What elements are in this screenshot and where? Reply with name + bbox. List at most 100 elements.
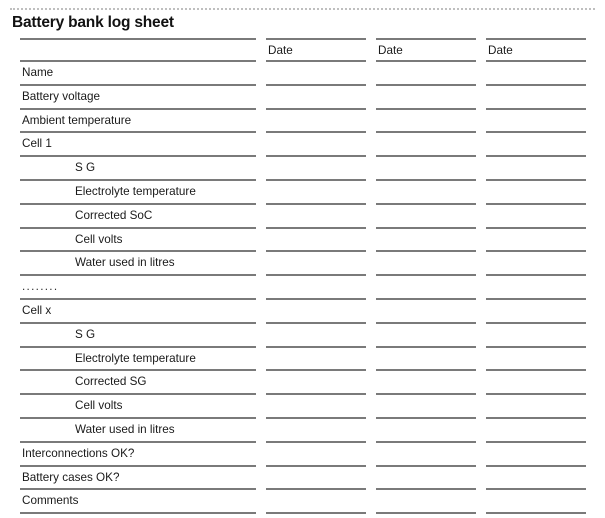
table-row: Comments — [20, 488, 586, 512]
row-label-text: Cell volts — [75, 232, 123, 246]
row-entry-field[interactable] — [266, 369, 366, 393]
row-label-cell: Water used in litres — [20, 250, 256, 274]
header-date-cell-2: Date — [376, 38, 476, 60]
row-label-cell: Name — [20, 60, 256, 84]
row-entry-field[interactable] — [486, 250, 586, 274]
row-entry-field[interactable] — [486, 60, 586, 84]
row-entry-field[interactable] — [376, 321, 476, 346]
header-date-label-3: Date — [488, 44, 513, 57]
row-entry-field[interactable] — [266, 60, 366, 84]
row-entry-field[interactable] — [266, 107, 366, 132]
table-header-row: Date Date Date — [20, 38, 586, 60]
row-entry-field[interactable] — [266, 250, 366, 274]
log-table: Date Date Date Name Battery voltage Ambient t… — [10, 38, 596, 515]
row-entry-field[interactable] — [376, 131, 476, 155]
row-entry-field[interactable] — [376, 250, 476, 274]
row-label-text: Electrolyte temperature — [75, 351, 196, 365]
row-entry-field[interactable] — [376, 297, 476, 322]
row-entry-field[interactable] — [266, 321, 366, 346]
row-label-cell: S G — [20, 155, 256, 179]
row-label-cell: Cell volts — [20, 226, 256, 251]
row-entry-field[interactable] — [266, 345, 366, 370]
row-label-cell: Electrolyte temperature — [20, 345, 256, 370]
row-entry-field[interactable] — [376, 393, 476, 417]
row-entry-field[interactable] — [486, 416, 586, 441]
table-row: Cell volts — [20, 226, 586, 251]
row-entry-field[interactable] — [376, 488, 476, 512]
table-row: Electrolyte temperature — [20, 345, 586, 370]
row-label-text: S G — [75, 161, 96, 175]
row-entry-field[interactable] — [376, 202, 476, 227]
row-entry-field[interactable] — [376, 60, 476, 84]
row-entry-field[interactable] — [486, 83, 586, 108]
row-label-cell: Corrected SG — [20, 369, 256, 393]
row-label-cell: Ambient temperature — [20, 107, 256, 132]
row-label-text: Battery cases OK? — [22, 470, 120, 484]
row-entry-field[interactable] — [266, 155, 366, 179]
row-label-cell: S G — [20, 321, 256, 346]
table-row: Name — [20, 60, 586, 84]
row-entry-field[interactable] — [266, 178, 366, 203]
row-entry-field[interactable] — [266, 131, 366, 155]
row-entry-field[interactable] — [486, 226, 586, 251]
row-entry-field[interactable] — [266, 464, 366, 489]
table-row: Water used in litres — [20, 250, 586, 274]
row-entry-field[interactable] — [266, 440, 366, 465]
row-entry-field[interactable] — [486, 274, 586, 298]
row-entry-field[interactable] — [486, 297, 586, 322]
row-label-text: Comments — [22, 494, 79, 508]
row-label-text: ........ — [22, 280, 59, 294]
row-label-text: Electrolyte temperature — [75, 184, 196, 198]
log-table-body: Date Date Date Name Battery voltage Ambient t… — [20, 38, 586, 515]
row-label-cell: Water used in litres — [20, 416, 256, 441]
row-entry-field[interactable] — [486, 131, 586, 155]
row-entry-field[interactable] — [376, 178, 476, 203]
row-entry-field[interactable] — [486, 155, 586, 179]
row-entry-field[interactable] — [266, 83, 366, 108]
row-entry-field[interactable] — [376, 369, 476, 393]
row-entry-field[interactable] — [486, 464, 586, 489]
row-entry-field[interactable] — [266, 416, 366, 441]
table-row: S G — [20, 321, 586, 346]
row-entry-field[interactable] — [486, 345, 586, 370]
table-row: S G — [20, 155, 586, 179]
table-footer-rule-row — [20, 512, 586, 515]
row-entry-field[interactable] — [376, 155, 476, 179]
row-label-cell: ........ — [20, 274, 256, 298]
row-label-cell: Corrected SoC — [20, 202, 256, 227]
row-entry-field[interactable] — [266, 202, 366, 227]
row-entry-field[interactable] — [376, 440, 476, 465]
row-entry-field[interactable] — [376, 107, 476, 132]
table-row: Battery voltage — [20, 83, 586, 108]
row-entry-field[interactable] — [266, 226, 366, 251]
row-entry-field[interactable] — [486, 202, 586, 227]
row-entry-field[interactable] — [266, 297, 366, 322]
row-label-text: Interconnections OK? — [22, 446, 135, 460]
row-entry-field[interactable] — [486, 178, 586, 203]
row-entry-field[interactable] — [486, 369, 586, 393]
row-entry-field[interactable] — [266, 274, 366, 298]
row-entry-field[interactable] — [486, 107, 586, 132]
row-label-cell: Electrolyte temperature — [20, 178, 256, 203]
footer-rule — [266, 512, 366, 515]
table-row: Electrolyte temperature — [20, 178, 586, 203]
row-entry-field[interactable] — [486, 440, 586, 465]
header-date-label-1: Date — [268, 44, 293, 57]
row-label-cell: Cell volts — [20, 393, 256, 417]
row-entry-field[interactable] — [266, 488, 366, 512]
row-label-text: S G — [75, 327, 96, 341]
footer-rule — [20, 512, 256, 515]
row-entry-field[interactable] — [376, 464, 476, 489]
row-entry-field[interactable] — [376, 226, 476, 251]
row-entry-field[interactable] — [376, 83, 476, 108]
row-entry-field[interactable] — [376, 345, 476, 370]
row-entry-field[interactable] — [376, 274, 476, 298]
row-label-text: Cell volts — [75, 399, 123, 413]
row-entry-field[interactable] — [266, 393, 366, 417]
row-label-cell: Interconnections OK? — [20, 440, 256, 465]
row-entry-field[interactable] — [486, 393, 586, 417]
row-entry-field[interactable] — [486, 321, 586, 346]
table-row: Interconnections OK? — [20, 440, 586, 465]
row-entry-field[interactable] — [376, 416, 476, 441]
row-entry-field[interactable] — [486, 488, 586, 512]
